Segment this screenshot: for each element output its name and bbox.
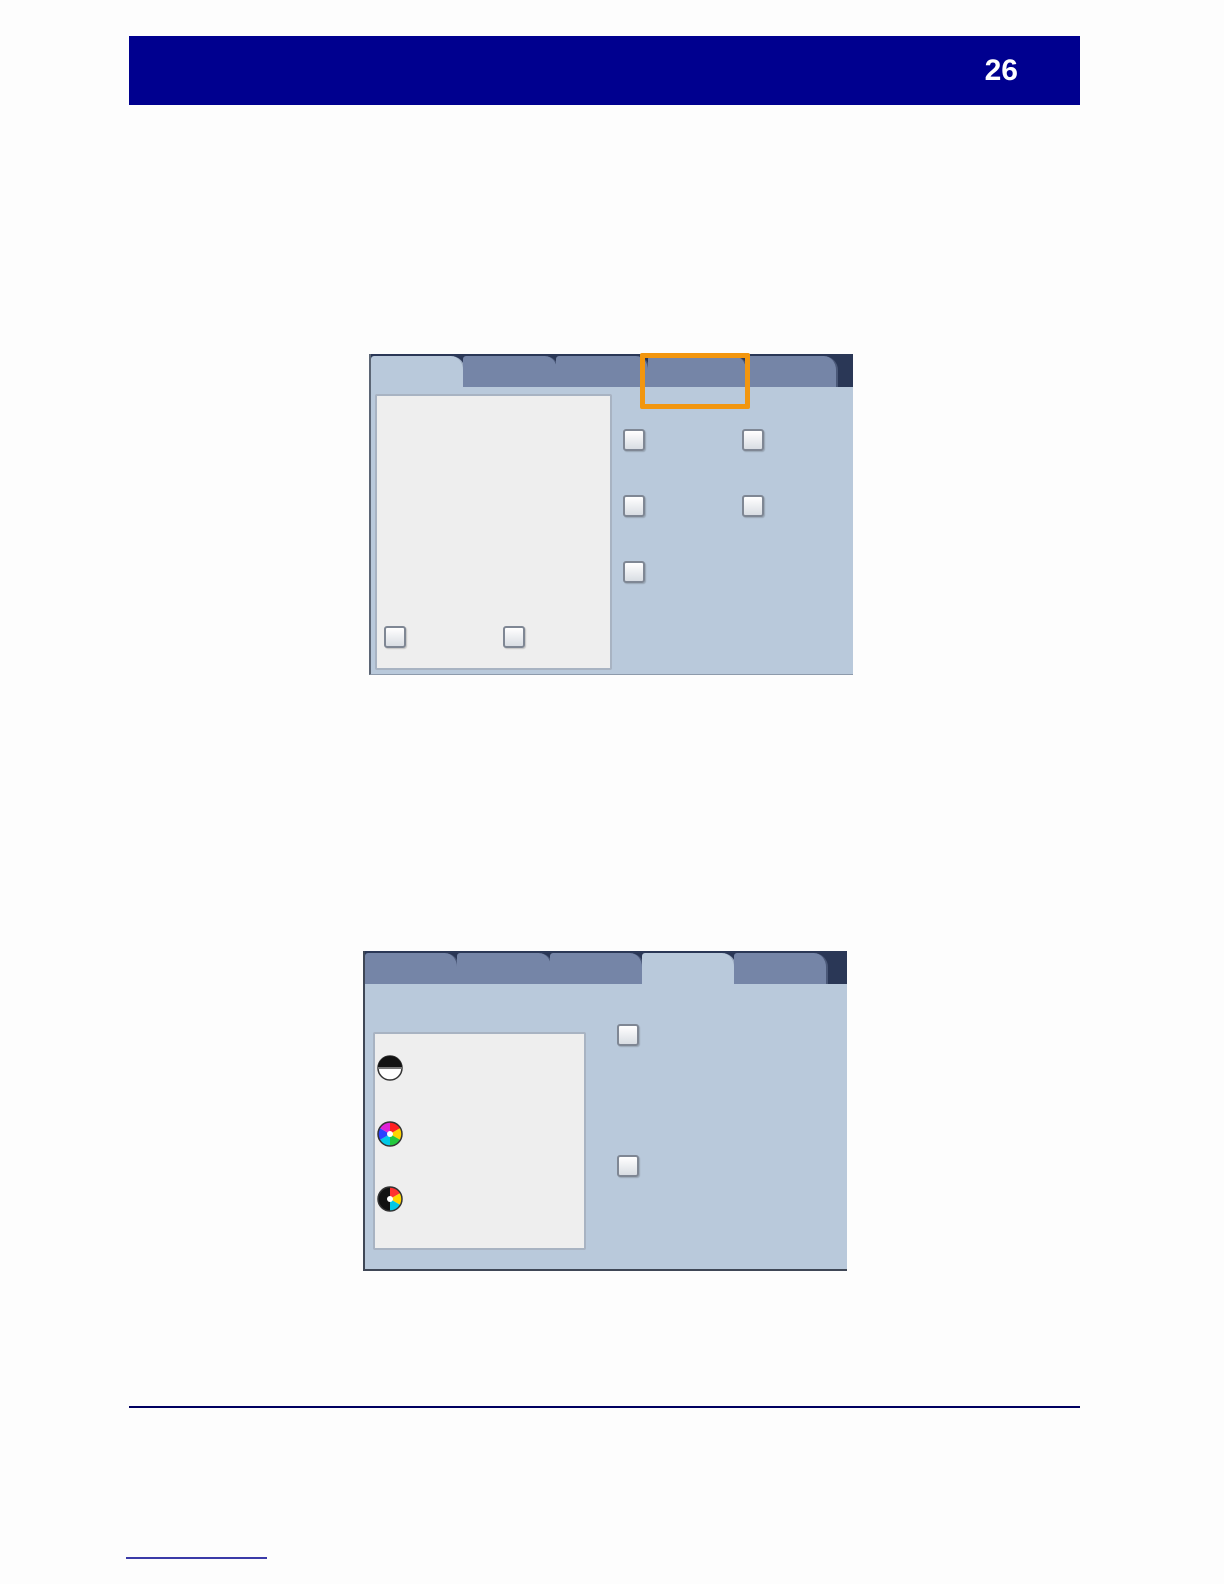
black-and-white-icon[interactable]	[376, 1054, 404, 1082]
checkbox-right-2[interactable]	[742, 429, 764, 451]
tab-1[interactable]	[365, 953, 459, 984]
tab-2[interactable]	[457, 953, 553, 984]
tab-5[interactable]	[734, 953, 828, 984]
color-wheel-icon[interactable]	[376, 1120, 404, 1148]
dual-color-icon[interactable]	[376, 1185, 404, 1213]
header-band: 26	[129, 36, 1080, 105]
tab-4[interactable]	[642, 953, 736, 984]
output-color-panel	[373, 1032, 586, 1250]
checkbox-right-5[interactable]	[623, 561, 645, 583]
tab-3[interactable]	[556, 356, 650, 387]
tab-highlight-callout	[640, 353, 750, 409]
tab-strip	[365, 951, 847, 984]
checkbox-right-2[interactable]	[617, 1155, 639, 1177]
checkbox-panel-1[interactable]	[384, 626, 406, 648]
tab-2[interactable]	[463, 356, 559, 387]
tab-strip	[371, 354, 853, 387]
checkbox-right-3[interactable]	[623, 495, 645, 517]
screenshot-image-quality-tab	[363, 951, 847, 1271]
options-panel	[375, 394, 612, 670]
checkbox-panel-2[interactable]	[503, 626, 525, 648]
page-number: 26	[984, 54, 1018, 87]
checkbox-right-1[interactable]	[617, 1024, 639, 1046]
screenshot-main-tabs	[369, 354, 853, 675]
tab-3[interactable]	[550, 953, 644, 984]
tab-1[interactable]	[371, 356, 465, 387]
footer-rule	[129, 1406, 1080, 1408]
checkbox-right-4[interactable]	[742, 495, 764, 517]
checkbox-right-1[interactable]	[623, 429, 645, 451]
footer-link-underline[interactable]	[126, 1557, 267, 1559]
tab-5[interactable]	[746, 356, 838, 387]
